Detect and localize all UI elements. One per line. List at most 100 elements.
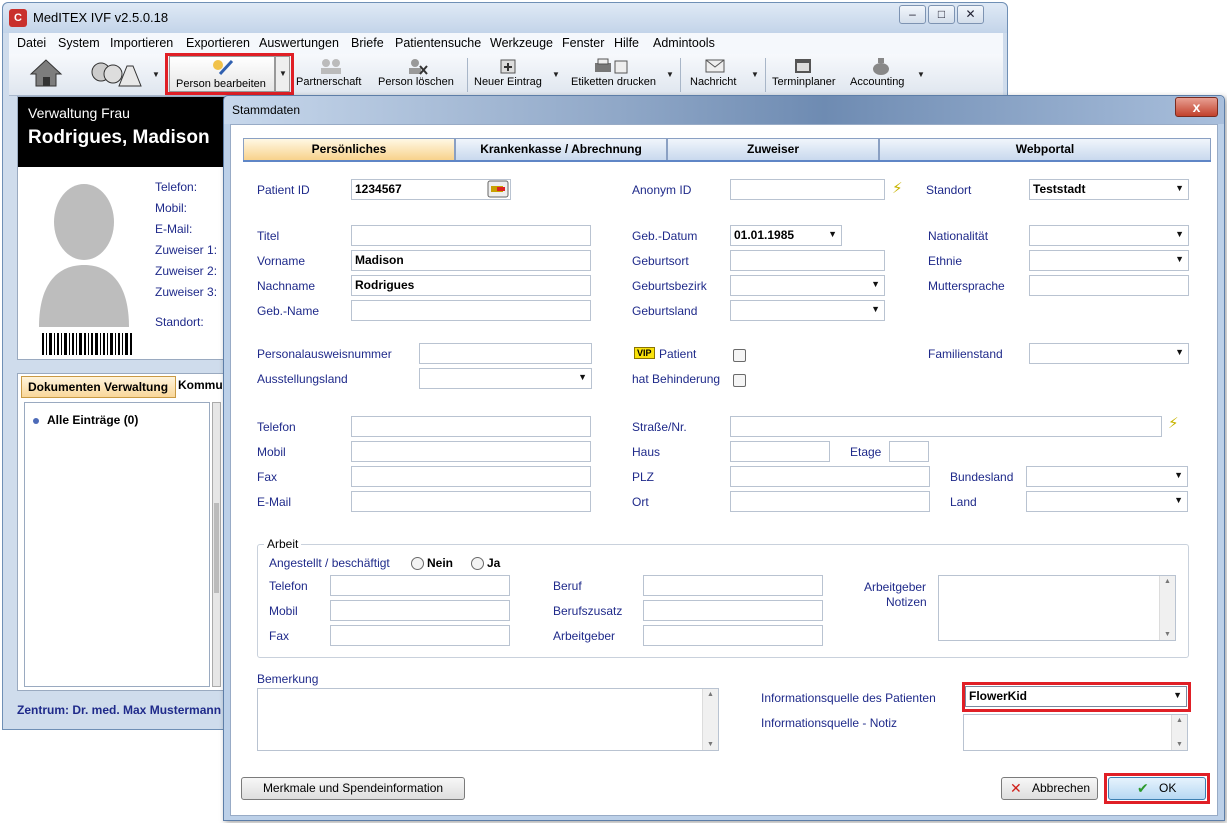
info-notiz-scrollbar[interactable] (1171, 715, 1187, 750)
angestellt-ja-radio[interactable] (471, 557, 484, 570)
vorname-field[interactable]: Madison (351, 250, 591, 271)
plz-field[interactable] (730, 466, 930, 487)
beruf-field[interactable] (643, 575, 823, 596)
geb-name-label: Geb.-Name (257, 304, 320, 318)
accounting-button[interactable]: Accounting (850, 76, 904, 88)
berufszusatz-field[interactable] (643, 600, 823, 621)
arbeitgeber-field[interactable] (643, 625, 823, 646)
patients-icon[interactable] (89, 60, 143, 88)
nachricht-dropdown[interactable]: ▼ (751, 70, 759, 79)
info-quelle-select[interactable]: FlowerKid (965, 686, 1187, 707)
menu-werkzeuge[interactable]: Werkzeuge (490, 36, 553, 50)
etiketten-drucken-button[interactable]: Etiketten drucken (571, 76, 656, 88)
patients-dropdown-arrow[interactable]: ▼ (152, 70, 160, 79)
arbeit-fax-label: Fax (269, 629, 290, 643)
strasse-field[interactable] (730, 416, 1162, 437)
geburtsbezirk-label: Geburtsbezirk (632, 279, 707, 293)
person-loeschen-button[interactable]: Person löschen (378, 76, 454, 88)
menu-importieren[interactable]: Importieren (110, 36, 173, 50)
lightning-icon[interactable]: ⚡ (892, 179, 903, 197)
menu-hilfe[interactable]: Hilfe (614, 36, 639, 50)
bemerkung-textarea[interactable] (257, 688, 719, 751)
geburtsland-select[interactable] (730, 300, 885, 321)
geb-name-field[interactable] (351, 300, 591, 321)
behinderung-checkbox[interactable] (733, 374, 746, 387)
avatar (39, 184, 129, 327)
address-lightning-icon[interactable]: ⚡ (1168, 414, 1179, 432)
menu-datei[interactable]: Datei (17, 36, 46, 50)
cancel-x-icon: ✕ (1010, 780, 1022, 796)
menu-system[interactable]: System (58, 36, 100, 50)
tree-bullet-icon (33, 418, 39, 424)
personalausweis-field[interactable] (419, 343, 592, 364)
ort-label: Ort (632, 495, 649, 509)
geburtsbezirk-select[interactable] (730, 275, 885, 296)
minimize-button[interactable]: – (899, 5, 926, 24)
nationalitaet-select[interactable] (1029, 225, 1189, 246)
nachricht-button[interactable]: Nachricht (690, 76, 736, 88)
patient-id-card-icon[interactable] (487, 180, 509, 198)
documents-scrollbar[interactable] (212, 402, 221, 687)
neuer-eintrag-dropdown[interactable]: ▼ (552, 70, 560, 79)
merkmale-button[interactable]: Merkmale und Spendeinformation (241, 777, 465, 800)
menu-admintools[interactable]: Admintools (653, 36, 715, 50)
muttersprache-field[interactable] (1029, 275, 1189, 296)
close-window-button[interactable]: ✕ (957, 5, 984, 24)
nachname-label: Nachname (257, 279, 316, 293)
menu-fenster[interactable]: Fenster (562, 36, 604, 50)
arbeitgeber-notizen-scrollbar[interactable] (1159, 576, 1175, 640)
dialog-close-button[interactable]: x (1175, 97, 1218, 117)
fax-field[interactable] (351, 466, 591, 487)
titel-field[interactable] (351, 225, 591, 246)
tab-krankenkasse[interactable]: Krankenkasse / Abrechnung (455, 138, 667, 160)
partnerschaft-button[interactable]: Partnerschaft (296, 76, 361, 88)
ort-field[interactable] (730, 491, 930, 512)
tab-zuweiser[interactable]: Zuweiser (667, 138, 879, 160)
etage-field[interactable] (889, 441, 929, 462)
familienstand-select[interactable] (1029, 343, 1189, 364)
abbrechen-button[interactable]: ✕ Abbrechen (1001, 777, 1098, 800)
email-field[interactable] (351, 491, 591, 512)
bundesland-select[interactable] (1026, 466, 1188, 487)
neuer-eintrag-button[interactable]: Neuer Eintrag (474, 76, 542, 88)
ausstellungsland-select[interactable] (419, 368, 592, 389)
person-bearbeiten-button[interactable]: Person bearbeiten (169, 56, 275, 92)
new-entry-icon (500, 59, 516, 74)
nachname-field[interactable]: Rodrigues (351, 275, 591, 296)
menu-auswertungen[interactable]: Auswertungen (259, 36, 339, 50)
arbeit-fax-field[interactable] (330, 625, 510, 646)
ok-button[interactable]: ✔ OK (1108, 777, 1206, 800)
angestellt-nein-radio[interactable] (411, 557, 424, 570)
accounting-dropdown[interactable]: ▼ (917, 70, 925, 79)
terminplaner-button[interactable]: Terminplaner (772, 76, 836, 88)
arbeit-mobil-label: Mobil (269, 604, 298, 618)
etiketten-dropdown[interactable]: ▼ (666, 70, 674, 79)
info-notiz-textarea[interactable] (963, 714, 1188, 751)
home-icon[interactable] (29, 58, 63, 88)
arbeit-mobil-field[interactable] (330, 600, 510, 621)
vip-patient-checkbox[interactable] (733, 349, 746, 362)
land-select[interactable] (1026, 491, 1188, 512)
maximize-button[interactable]: □ (928, 5, 955, 24)
arbeitgeber-notizen-textarea[interactable] (938, 575, 1176, 641)
ethnie-select[interactable] (1029, 250, 1189, 271)
tab-kommunikation[interactable]: Kommu (178, 378, 223, 392)
menu-patientensuche[interactable]: Patientensuche (395, 36, 481, 50)
tab-dokumenten-verwaltung[interactable]: Dokumenten Verwaltung (21, 376, 176, 398)
mobil-field[interactable] (351, 441, 591, 462)
standort-select[interactable]: Teststadt (1029, 179, 1189, 200)
anonym-id-field[interactable] (730, 179, 885, 200)
scrollbar-thumb[interactable] (214, 503, 219, 593)
geb-datum-picker[interactable]: 01.01.1985 (730, 225, 842, 246)
menu-briefe[interactable]: Briefe (351, 36, 384, 50)
tree-item-alle-eintraege[interactable]: Alle Einträge (0) (47, 413, 138, 427)
arbeit-telefon-field[interactable] (330, 575, 510, 596)
geburtsort-field[interactable] (730, 250, 885, 271)
bemerkung-scrollbar[interactable] (702, 689, 718, 750)
telefon-field[interactable] (351, 416, 591, 437)
tab-webportal[interactable]: Webportal (879, 138, 1211, 160)
haus-field[interactable] (730, 441, 830, 462)
tab-persoenliches[interactable]: Persönliches (243, 138, 455, 160)
person-bearbeiten-dropdown[interactable]: ▼ (275, 56, 290, 92)
menu-exportieren[interactable]: Exportieren (186, 36, 250, 50)
